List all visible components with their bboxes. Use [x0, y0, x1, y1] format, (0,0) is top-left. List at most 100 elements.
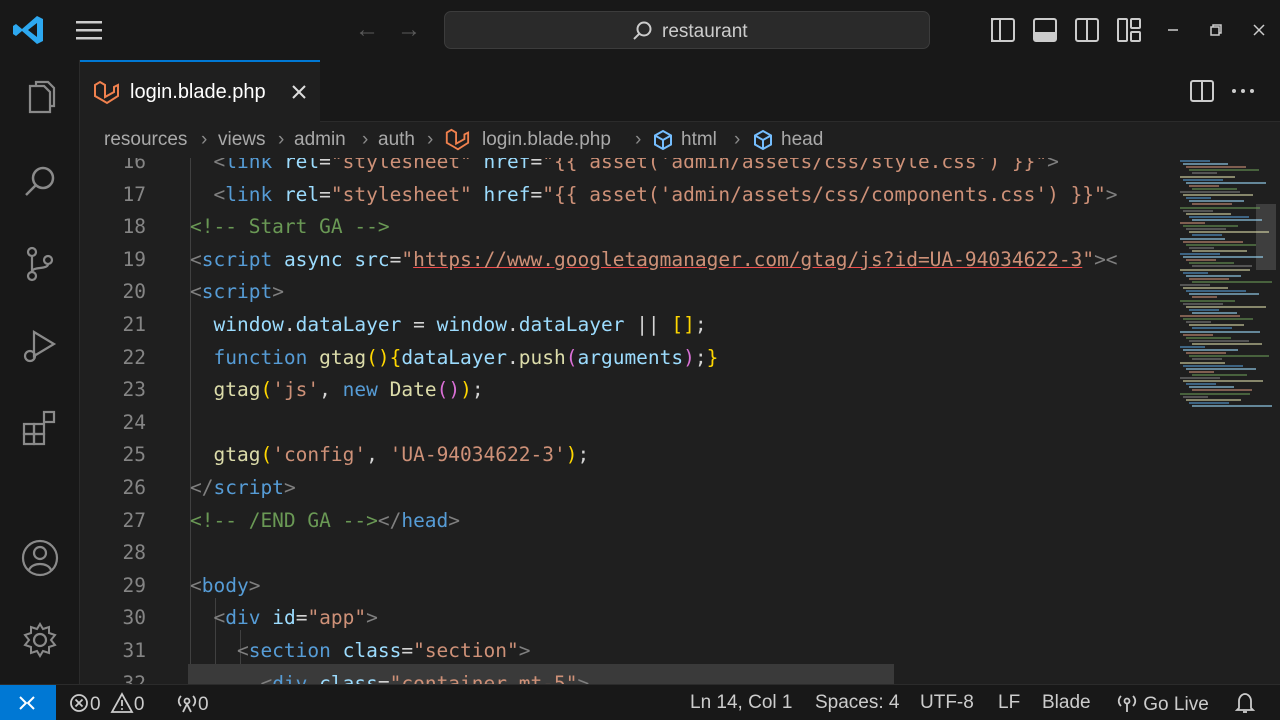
minimap-line — [1186, 321, 1211, 324]
code-token: rel — [283, 158, 320, 173]
code-token: dataLayer — [518, 313, 625, 336]
minimap-slider[interactable] — [1256, 204, 1276, 270]
code-line[interactable]: 32 <div class="container mt-5"> — [80, 668, 1170, 684]
problems-indicator[interactable]: 0 0 — [68, 692, 144, 716]
encoding[interactable]: UTF-8 — [920, 692, 974, 714]
go-live-button[interactable]: Go Live — [1116, 692, 1209, 716]
minimap-line — [1192, 311, 1237, 314]
breadcrumb-head[interactable]: head — [781, 129, 823, 151]
code-token: "{{ asset('admin/assets/css/components.c… — [542, 182, 1106, 206]
line-number: 19 — [122, 247, 146, 271]
ports-indicator[interactable]: 0 — [176, 692, 209, 716]
code-line[interactable]: 30 <div id="app"> — [80, 602, 1170, 634]
minimap-line — [1189, 355, 1269, 358]
toggle-primary-sidebar-icon[interactable] — [988, 15, 1018, 45]
code-line[interactable]: 18 <!-- Start GA --> — [80, 211, 1170, 243]
minimap-line — [1183, 380, 1263, 383]
minimap-line — [1186, 212, 1231, 215]
minimap-line — [1189, 308, 1219, 311]
end-of-line[interactable]: LF — [998, 692, 1020, 714]
code-token: ) — [460, 378, 472, 402]
code-line[interactable]: 31 <section class="section"> — [80, 635, 1170, 667]
code-line[interactable]: 19 <script async src="https://www.googlet… — [80, 244, 1170, 276]
code-line[interactable]: 16 <link rel="stylesheet" href="{{ asset… — [80, 158, 1170, 178]
tab-label: login.blade.php — [130, 81, 266, 103]
code-line[interactable]: 20 <script> — [80, 276, 1170, 308]
account-icon[interactable] — [16, 534, 64, 582]
minimize-icon[interactable] — [1158, 15, 1188, 45]
close-icon[interactable] — [1244, 15, 1274, 45]
split-editor-icon[interactable] — [1188, 77, 1216, 105]
minimap-line — [1189, 293, 1259, 296]
code-line[interactable]: 22 function gtag(){dataLayer.push(argume… — [80, 342, 1170, 374]
remote-indicator[interactable] — [0, 685, 56, 720]
code-line[interactable]: 17 <link rel="stylesheet" href="{{ asset… — [80, 179, 1170, 211]
code-line[interactable]: 27 <!-- /END GA --></head> — [80, 505, 1170, 537]
code-token: "{{ asset('admin/assets/css/style.css') … — [542, 158, 1048, 173]
command-center-search[interactable]: restaurant — [444, 11, 930, 49]
code-token: <!-- /END GA --> — [190, 508, 378, 532]
breadcrumb-admin[interactable]: admin — [294, 129, 346, 151]
more-actions-icon[interactable] — [1228, 77, 1258, 105]
code-line[interactable]: 28 — [80, 537, 1170, 569]
code-token: ( — [260, 443, 273, 467]
source-control-icon[interactable] — [16, 240, 64, 288]
indentation[interactable]: Spaces: 4 — [815, 692, 900, 714]
tab-login-blade[interactable]: login.blade.php — [80, 60, 320, 122]
settings-gear-icon[interactable] — [16, 616, 64, 664]
breadcrumb-auth[interactable]: auth — [378, 129, 415, 151]
code-text: <div class="container mt-5"> — [190, 668, 589, 684]
minimap-line — [1192, 358, 1222, 361]
code-token: () — [366, 345, 390, 369]
code-line[interactable]: 29 <body> — [80, 570, 1170, 602]
extensions-icon[interactable] — [16, 404, 64, 452]
laravel-icon — [445, 128, 470, 151]
search-activity-icon[interactable] — [16, 158, 64, 206]
breadcrumb-html[interactable]: html — [681, 129, 717, 151]
bell-icon[interactable] — [1234, 691, 1256, 715]
minimap-line — [1183, 271, 1208, 274]
code-token: ; — [471, 378, 484, 402]
restore-icon[interactable] — [1200, 15, 1230, 45]
toggle-panel-icon[interactable] — [1030, 15, 1060, 45]
code-line[interactable]: 26 </script> — [80, 472, 1170, 504]
code-token: < — [213, 182, 226, 206]
breadcrumb-file[interactable]: login.blade.php — [482, 129, 611, 151]
code-line[interactable]: 23 gtag('js', new Date()); — [80, 374, 1170, 406]
minimap[interactable] — [1170, 158, 1280, 684]
breadcrumb-separator: › — [427, 129, 434, 150]
code-line[interactable]: 24 — [80, 407, 1170, 439]
code-token: > — [283, 476, 296, 499]
code-token: ; — [694, 313, 707, 336]
minimap-line — [1189, 231, 1269, 234]
code-token: = — [319, 158, 331, 173]
run-debug-icon[interactable] — [16, 322, 64, 370]
minimap-line — [1183, 349, 1238, 352]
toggle-secondary-sidebar-icon[interactable] — [1072, 15, 1102, 45]
title-bar: ← → restaurant — [0, 0, 1280, 60]
code-token: link — [225, 158, 284, 173]
forward-arrow-icon[interactable]: → — [394, 16, 424, 44]
minimap-line — [1180, 392, 1250, 395]
code-token: " — [1082, 247, 1095, 271]
code-editor[interactable]: 16 <link rel="stylesheet" href="{{ asset… — [80, 158, 1170, 684]
code-token: { — [389, 345, 402, 369]
vscode-logo-icon — [13, 16, 43, 44]
explorer-icon[interactable] — [16, 76, 64, 124]
code-line[interactable]: 25 gtag('config', 'UA-94034622-3'); — [80, 439, 1170, 471]
code-token: , — [366, 443, 390, 467]
back-arrow-icon[interactable]: ← — [352, 16, 382, 44]
breadcrumb-views[interactable]: views — [218, 129, 266, 151]
menu-icon[interactable] — [70, 12, 108, 48]
code-token: dataLayer — [401, 345, 508, 369]
customize-layout-icon[interactable] — [1114, 15, 1144, 45]
code-line[interactable]: 21 window.dataLayer = window.dataLayer |… — [80, 309, 1170, 341]
code-token: > — [248, 573, 261, 597]
language-mode[interactable]: Blade — [1042, 692, 1091, 714]
minimap-line — [1183, 318, 1253, 321]
search-icon — [633, 21, 652, 40]
cursor-position[interactable]: Ln 14, Col 1 — [690, 692, 792, 714]
tab-close-icon[interactable] — [286, 79, 312, 105]
code-token: id — [272, 606, 296, 630]
breadcrumb-resources[interactable]: resources — [104, 129, 187, 151]
